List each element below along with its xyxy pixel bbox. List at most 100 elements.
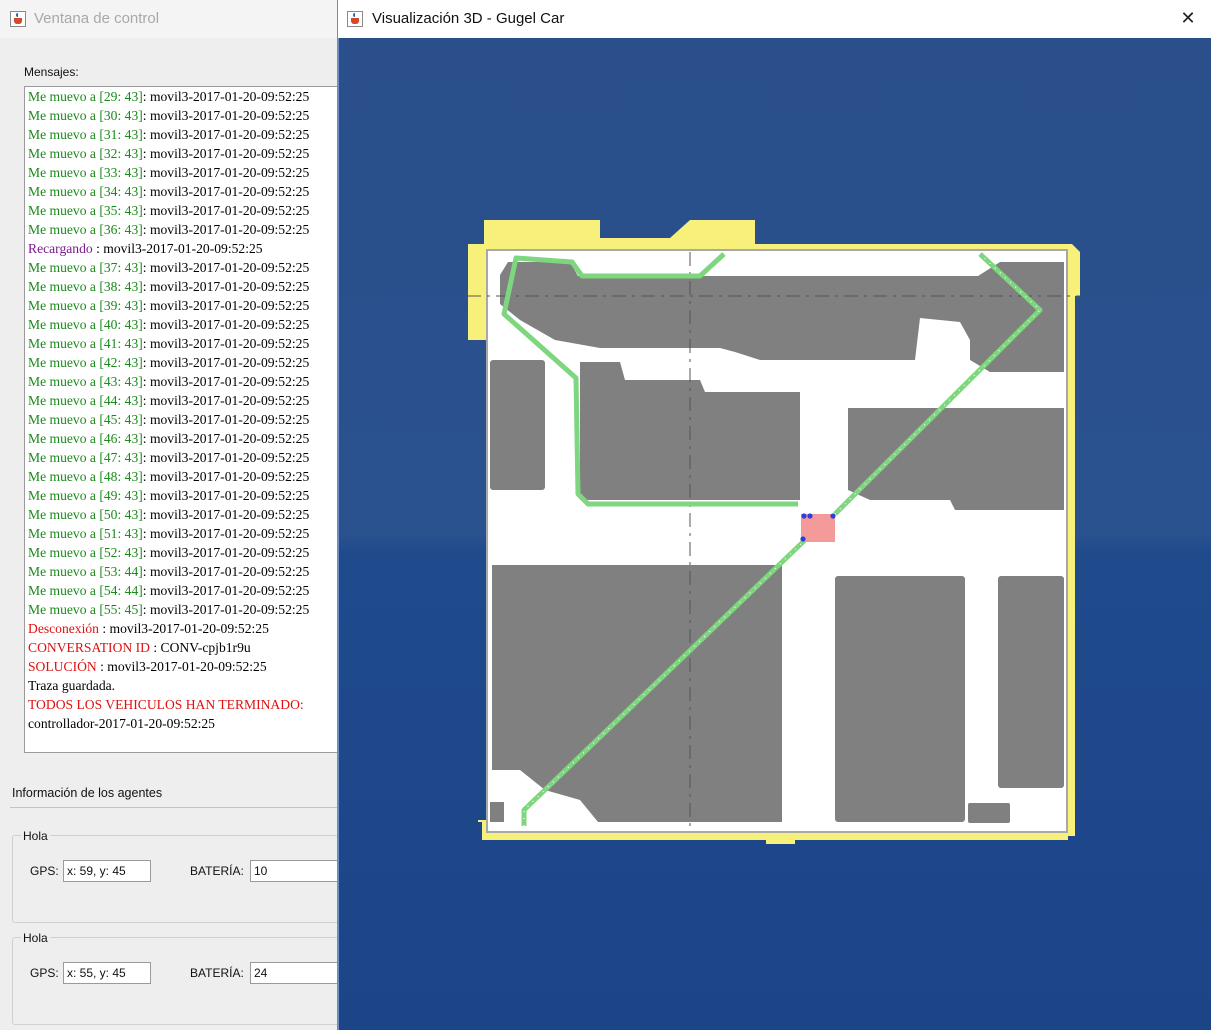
- message-detail: : movil3-2017-01-20-09:52:25: [142, 165, 310, 180]
- battery-field[interactable]: 24: [250, 962, 338, 984]
- message-event: Me muevo a [45: 43]: [28, 412, 143, 427]
- control-window: Ventana de control Mensajes: Me muevo a …: [0, 0, 338, 1030]
- message-event: Me muevo a [51: 43]: [28, 526, 143, 541]
- message-line: Desconexión : movil3-2017-01-20-09:52:25: [28, 619, 338, 638]
- messages-label: Mensajes:: [24, 65, 79, 79]
- agent-panel-1: Hola GPS: x: 59, y: 45 BATERÍA: 10: [12, 829, 338, 923]
- message-line: Me muevo a [42: 43]: movil3-2017-01-20-0…: [28, 353, 338, 372]
- message-line: Me muevo a [55: 45]: movil3-2017-01-20-0…: [28, 600, 338, 619]
- visualization-window: Visualización 3D - Gugel Car ✕: [338, 0, 1211, 1030]
- message-event: Me muevo a [38: 43]: [28, 279, 143, 294]
- agents-info-label: Información de los agentes: [12, 786, 163, 800]
- message-detail: : movil3-2017-01-20-09:52:25: [142, 260, 310, 275]
- message-line: Me muevo a [48: 43]: movil3-2017-01-20-0…: [28, 467, 338, 486]
- messages-list: Me muevo a [29: 43]: movil3-2017-01-20-0…: [25, 87, 338, 733]
- message-detail: : movil3-2017-01-20-09:52:25: [142, 602, 310, 617]
- message-line: Me muevo a [44: 43]: movil3-2017-01-20-0…: [28, 391, 338, 410]
- building: [490, 802, 504, 822]
- messages-textarea[interactable]: Me muevo a [29: 43]: movil3-2017-01-20-0…: [24, 86, 338, 753]
- message-detail: : movil3-2017-01-20-09:52:25: [142, 393, 310, 408]
- message-event: Me muevo a [31: 43]: [28, 127, 143, 142]
- message-event: Me muevo a [29: 43]: [28, 89, 143, 104]
- message-event: Me muevo a [39: 43]: [28, 298, 143, 313]
- message-line: Me muevo a [50: 43]: movil3-2017-01-20-0…: [28, 505, 338, 524]
- message-detail: : movil3-2017-01-20-09:52:25: [142, 279, 310, 294]
- gps-field[interactable]: x: 55, y: 45: [63, 962, 151, 984]
- message-detail: : movil3-2017-01-20-09:52:25: [142, 450, 310, 465]
- message-line: TODOS LOS VEHICULOS HAN TERMINADO:: [28, 695, 338, 714]
- building: [848, 408, 1064, 510]
- battery-label: BATERÍA:: [190, 864, 244, 878]
- close-button[interactable]: ✕: [1165, 0, 1211, 38]
- message-event: Me muevo a [53: 44]: [28, 564, 143, 579]
- message-detail: : movil3-2017-01-20-09:52:25: [142, 203, 310, 218]
- message-detail: : movil3-2017-01-20-09:52:25: [142, 146, 310, 161]
- message-detail: : movil3-2017-01-20-09:52:25: [142, 298, 310, 313]
- message-line: Me muevo a [37: 43]: movil3-2017-01-20-0…: [28, 258, 338, 277]
- message-detail: : movil3-2017-01-20-09:52:25: [142, 89, 310, 104]
- agent-panel-title: Hola: [21, 829, 50, 843]
- message-detail: : movil3-2017-01-20-09:52:25: [142, 127, 310, 142]
- agent-panel-title: Hola: [21, 931, 50, 945]
- message-detail: : movil3-2017-01-20-09:52:25: [96, 241, 263, 256]
- message-detail: : movil3-2017-01-20-09:52:25: [142, 469, 310, 484]
- message-event: Me muevo a [37: 43]: [28, 260, 143, 275]
- building: [940, 802, 954, 822]
- message-event: Me muevo a [50: 43]: [28, 507, 143, 522]
- message-detail: : movil3-2017-01-20-09:52:25: [142, 564, 310, 579]
- message-line: Me muevo a [39: 43]: movil3-2017-01-20-0…: [28, 296, 338, 315]
- gps-field[interactable]: x: 59, y: 45: [63, 860, 151, 882]
- control-window-titlebar[interactable]: Ventana de control: [0, 0, 338, 38]
- message-line: Me muevo a [47: 43]: movil3-2017-01-20-0…: [28, 448, 338, 467]
- message-event: Me muevo a [49: 43]: [28, 488, 143, 503]
- message-line: Me muevo a [51: 43]: movil3-2017-01-20-0…: [28, 524, 338, 543]
- message-detail: : movil3-2017-01-20-09:52:25: [142, 317, 310, 332]
- message-detail: controllador-2017-01-20-09:52:25: [28, 716, 215, 731]
- message-event: Me muevo a [41: 43]: [28, 336, 143, 351]
- message-line: Me muevo a [53: 44]: movil3-2017-01-20-0…: [28, 562, 338, 581]
- message-event: Me muevo a [40: 43]: [28, 317, 143, 332]
- gps-label: GPS:: [30, 966, 59, 980]
- message-event: Desconexión: [28, 621, 103, 636]
- message-line: SOLUCIÓN : movil3-2017-01-20-09:52:25: [28, 657, 338, 676]
- message-line: Traza guardada.: [28, 676, 338, 695]
- message-detail: : movil3-2017-01-20-09:52:25: [142, 412, 310, 427]
- message-line: Me muevo a [41: 43]: movil3-2017-01-20-0…: [28, 334, 338, 353]
- message-detail: : movil3-2017-01-20-09:52:25: [142, 184, 310, 199]
- message-event: TODOS LOS VEHICULOS HAN TERMINADO:: [28, 697, 304, 712]
- visualization-window-titlebar[interactable]: Visualización 3D - Gugel Car ✕: [338, 0, 1211, 38]
- message-detail: Traza guardada.: [28, 678, 116, 693]
- message-detail: : movil3-2017-01-20-09:52:25: [102, 621, 269, 636]
- message-line: Me muevo a [34: 43]: movil3-2017-01-20-0…: [28, 182, 338, 201]
- message-event: Me muevo a [33: 43]: [28, 165, 143, 180]
- battery-label: BATERÍA:: [190, 966, 244, 980]
- message-event: Me muevo a [32: 43]: [28, 146, 143, 161]
- goal-cell: [801, 514, 835, 542]
- battery-field[interactable]: 10: [250, 860, 338, 882]
- message-event: CONVERSATION ID: [28, 640, 154, 655]
- map-3d-view[interactable]: [339, 38, 1211, 1030]
- message-detail: : movil3-2017-01-20-09:52:25: [142, 545, 310, 560]
- message-event: SOLUCIÓN: [28, 659, 101, 674]
- message-event: Me muevo a [47: 43]: [28, 450, 143, 465]
- agent-panel-2: Hola GPS: x: 55, y: 45 BATERÍA: 24: [12, 931, 338, 1025]
- message-line: Me muevo a [35: 43]: movil3-2017-01-20-0…: [28, 201, 338, 220]
- message-detail: : movil3-2017-01-20-09:52:25: [142, 583, 310, 598]
- message-line: Me muevo a [46: 43]: movil3-2017-01-20-0…: [28, 429, 338, 448]
- message-event: Me muevo a [46: 43]: [28, 431, 143, 446]
- building: [835, 576, 965, 822]
- message-line: Me muevo a [52: 43]: movil3-2017-01-20-0…: [28, 543, 338, 562]
- message-detail: : movil3-2017-01-20-09:52:25: [142, 355, 310, 370]
- message-event: Me muevo a [55: 45]: [28, 602, 143, 617]
- message-event: Me muevo a [30: 43]: [28, 108, 143, 123]
- message-event: Me muevo a [35: 43]: [28, 203, 143, 218]
- message-event: Me muevo a [42: 43]: [28, 355, 143, 370]
- message-detail: : movil3-2017-01-20-09:52:25: [142, 222, 310, 237]
- message-event: Me muevo a [54: 44]: [28, 583, 143, 598]
- message-line: Me muevo a [49: 43]: movil3-2017-01-20-0…: [28, 486, 338, 505]
- message-line: Me muevo a [54: 44]: movil3-2017-01-20-0…: [28, 581, 338, 600]
- agents-separator: [10, 807, 338, 808]
- building: [490, 360, 545, 490]
- gps-label: GPS:: [30, 864, 59, 878]
- message-detail: : movil3-2017-01-20-09:52:25: [142, 526, 310, 541]
